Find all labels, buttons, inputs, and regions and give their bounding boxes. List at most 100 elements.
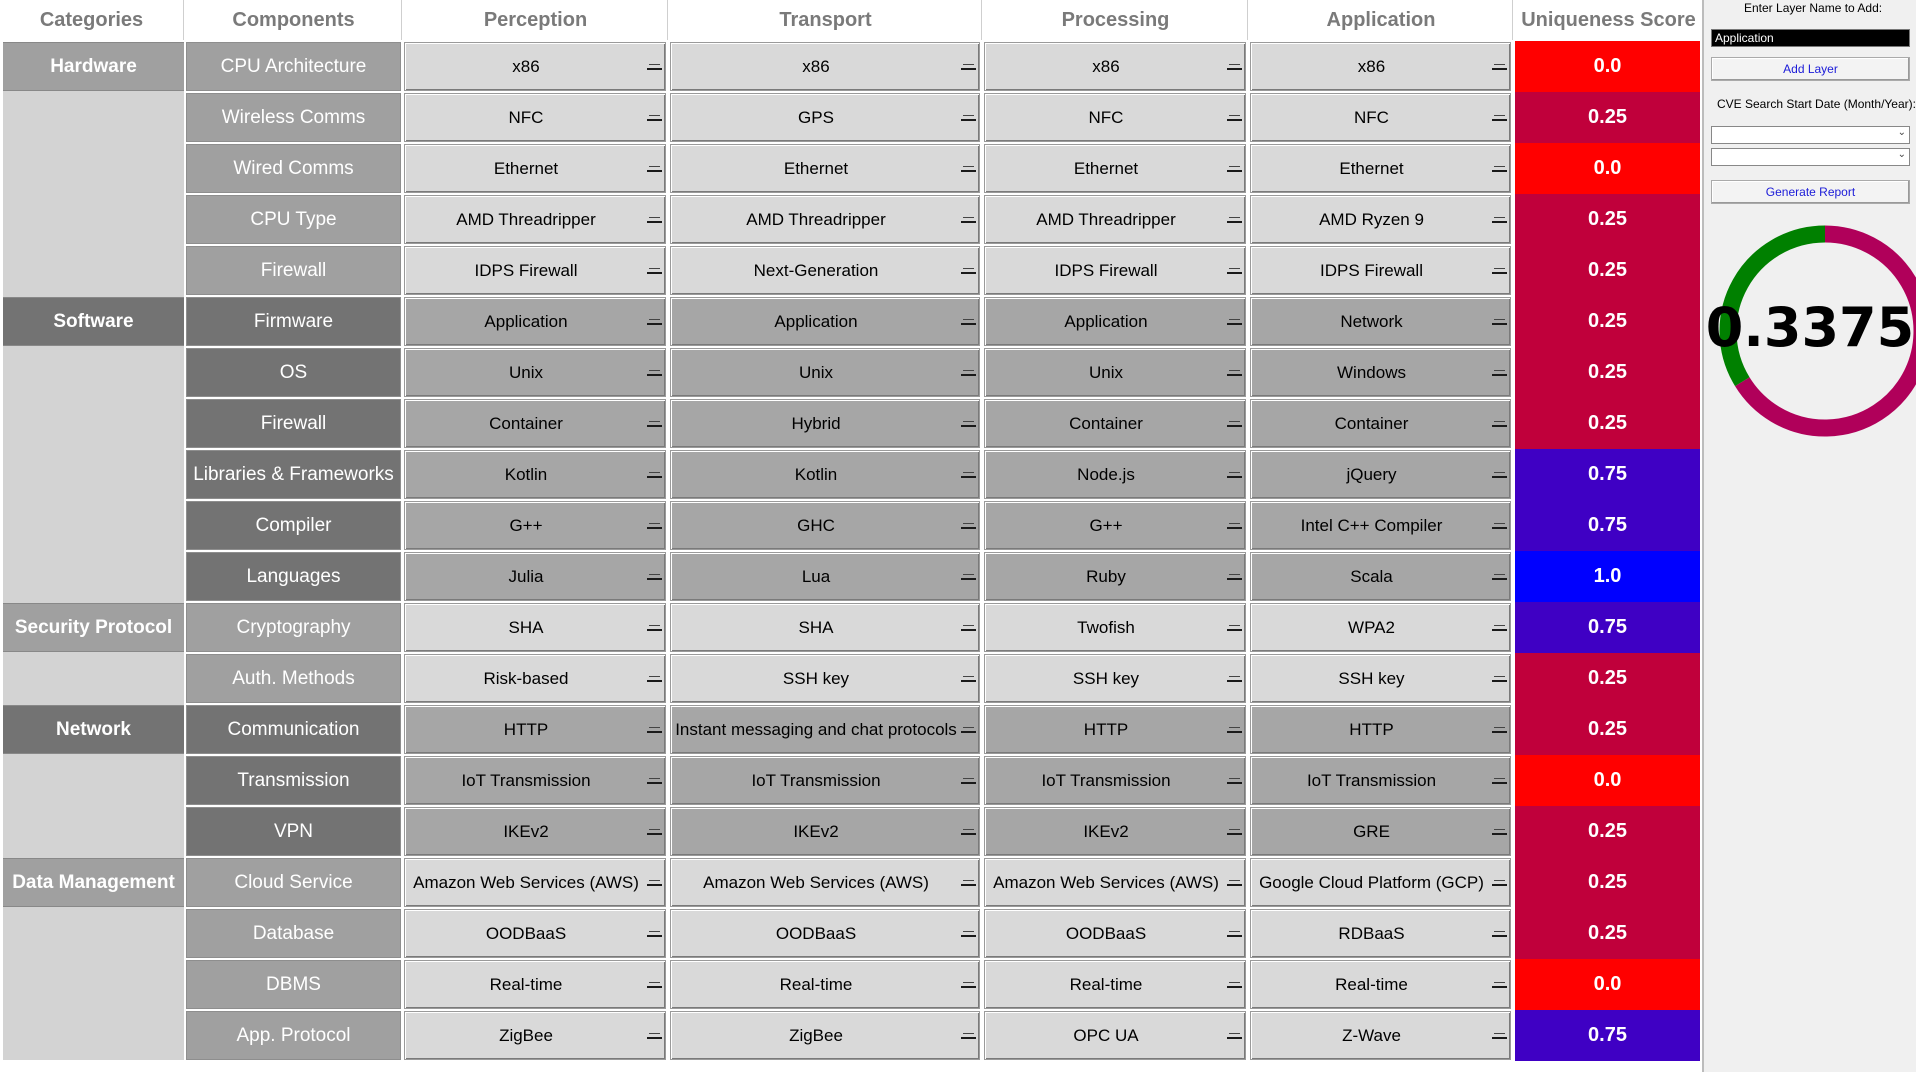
layer-dropdown[interactable]: x86 — [1250, 42, 1511, 91]
layer-dropdown[interactable]: x86 — [670, 42, 980, 91]
layer-dropdown[interactable]: Real-time — [984, 960, 1246, 1009]
layer-dropdown[interactable]: Real-time — [1250, 960, 1511, 1009]
layer-dropdown[interactable]: ZigBee — [670, 1011, 980, 1060]
layer-dropdown[interactable]: GRE — [1250, 807, 1511, 856]
layer-dropdown[interactable]: NFC — [404, 93, 666, 142]
layer-dropdown[interactable]: SSH key — [1250, 654, 1511, 703]
layer-dropdown[interactable]: Amazon Web Services (AWS) — [670, 858, 980, 907]
layer-dropdown[interactable]: SSH key — [670, 654, 980, 703]
layer-dropdown[interactable]: AMD Threadripper — [404, 195, 666, 244]
layer-dropdown[interactable]: NFC — [1250, 93, 1511, 142]
layer-dropdown[interactable]: WPA2 — [1250, 603, 1511, 652]
layer-dropdown[interactable]: Container — [1250, 399, 1511, 448]
layer-dropdown[interactable]: G++ — [404, 501, 666, 550]
layer-dropdown[interactable]: OODBaaS — [670, 909, 980, 958]
layer-dropdown[interactable]: AMD Ryzen 9 — [1250, 195, 1511, 244]
layer-dropdown[interactable]: Z-Wave — [1250, 1011, 1511, 1060]
layer-dropdown[interactable]: Container — [984, 399, 1246, 448]
layer-dropdown[interactable]: Julia — [404, 552, 666, 601]
layer-dropdown[interactable]: x86 — [404, 42, 666, 91]
generate-report-button[interactable]: Generate Report — [1711, 180, 1910, 204]
dropdown-value: Amazon Web Services (AWS) — [703, 872, 929, 892]
layer-dropdown[interactable]: Amazon Web Services (AWS) — [984, 858, 1246, 907]
layer-dropdown[interactable]: Network — [1250, 297, 1511, 346]
layer-dropdown[interactable]: jQuery — [1250, 450, 1511, 499]
layer-dropdown[interactable]: G++ — [984, 501, 1246, 550]
layer-dropdown[interactable]: Instant messaging and chat protocols — [670, 705, 980, 754]
layer-dropdown[interactable]: IKEv2 — [670, 807, 980, 856]
dropdown-value: IKEv2 — [793, 821, 839, 841]
dropdown-arrow-icon — [1488, 981, 1510, 988]
layer-dropdown[interactable]: GPS — [670, 93, 980, 142]
layer-dropdown[interactable]: Node.js — [984, 450, 1246, 499]
layer-dropdown[interactable]: Google Cloud Platform (GCP) — [1250, 858, 1511, 907]
dropdown-value: NFC — [508, 107, 544, 127]
layer-dropdown[interactable]: Risk-based — [404, 654, 666, 703]
component-label: Firmware — [186, 297, 401, 346]
dropdown-value: Intel C++ Compiler — [1300, 515, 1443, 535]
layer-dropdown[interactable]: OPC UA — [984, 1011, 1246, 1060]
layer-dropdown[interactable]: SSH key — [984, 654, 1246, 703]
year-dropdown[interactable]: ⌄ — [1711, 148, 1910, 166]
layer-dropdown[interactable]: Container — [404, 399, 666, 448]
layer-dropdown[interactable]: Ethernet — [984, 144, 1246, 193]
layer-dropdown[interactable]: Unix — [984, 348, 1246, 397]
layer-dropdown[interactable]: SHA — [670, 603, 980, 652]
layer-dropdown[interactable]: Real-time — [404, 960, 666, 1009]
layer-dropdown[interactable]: Ethernet — [1250, 144, 1511, 193]
layer-name-input[interactable] — [1711, 29, 1910, 47]
layer-dropdown[interactable]: x86 — [984, 42, 1246, 91]
layer-dropdown[interactable]: IKEv2 — [984, 807, 1246, 856]
dropdown-value: Application — [484, 311, 568, 331]
layer-dropdown[interactable]: Application — [670, 297, 980, 346]
column-header: Components — [186, 0, 402, 40]
add-layer-button[interactable]: Add Layer — [1711, 57, 1910, 81]
layer-dropdown[interactable]: Ethernet — [670, 144, 980, 193]
layer-dropdown[interactable]: ZigBee — [404, 1011, 666, 1060]
dropdown-value: OPC UA — [1073, 1025, 1139, 1045]
layer-dropdown[interactable]: Twofish — [984, 603, 1246, 652]
layer-dropdown[interactable]: IDPS Firewall — [404, 246, 666, 295]
layer-dropdown[interactable]: GHC — [670, 501, 980, 550]
layer-dropdown[interactable]: OODBaaS — [404, 909, 666, 958]
layer-dropdown[interactable]: Intel C++ Compiler — [1250, 501, 1511, 550]
uniqueness-score: 0.25 — [1515, 398, 1700, 450]
layer-dropdown[interactable]: Application — [984, 297, 1246, 346]
layer-dropdown[interactable]: Application — [404, 297, 666, 346]
layer-dropdown[interactable]: IoT Transmission — [670, 756, 980, 805]
layer-dropdown[interactable]: Unix — [404, 348, 666, 397]
layer-dropdown[interactable]: Scala — [1250, 552, 1511, 601]
layer-dropdown[interactable]: IDPS Firewall — [1250, 246, 1511, 295]
dropdown-arrow-icon — [643, 165, 665, 172]
layer-dropdown[interactable]: HTTP — [1250, 705, 1511, 754]
layer-dropdown[interactable]: Kotlin — [670, 450, 980, 499]
layer-dropdown[interactable]: Ethernet — [404, 144, 666, 193]
layer-dropdown[interactable]: IoT Transmission — [1250, 756, 1511, 805]
layer-dropdown[interactable]: Lua — [670, 552, 980, 601]
layer-dropdown[interactable]: Unix — [670, 348, 980, 397]
layer-dropdown[interactable]: Next-Generation — [670, 246, 980, 295]
layer-dropdown[interactable]: Ruby — [984, 552, 1246, 601]
dropdown-arrow-icon — [1488, 267, 1510, 274]
layer-dropdown[interactable]: HTTP — [404, 705, 666, 754]
layer-dropdown[interactable]: Amazon Web Services (AWS) — [404, 858, 666, 907]
layer-dropdown[interactable]: Hybrid — [670, 399, 980, 448]
layer-dropdown[interactable]: AMD Threadripper — [984, 195, 1246, 244]
layer-dropdown[interactable]: IoT Transmission — [404, 756, 666, 805]
layer-dropdown[interactable]: IDPS Firewall — [984, 246, 1246, 295]
dropdown-arrow-icon — [1488, 63, 1510, 70]
layer-dropdown[interactable]: Real-time — [670, 960, 980, 1009]
dropdown-arrow-icon — [1223, 624, 1245, 631]
dropdown-value: GRE — [1353, 821, 1390, 841]
layer-dropdown[interactable]: IoT Transmission — [984, 756, 1246, 805]
layer-dropdown[interactable]: SHA — [404, 603, 666, 652]
layer-dropdown[interactable]: IKEv2 — [404, 807, 666, 856]
layer-dropdown[interactable]: RDBaaS — [1250, 909, 1511, 958]
layer-dropdown[interactable]: Kotlin — [404, 450, 666, 499]
month-dropdown[interactable]: ⌄ — [1711, 126, 1910, 144]
layer-dropdown[interactable]: AMD Threadripper — [670, 195, 980, 244]
layer-dropdown[interactable]: Windows — [1250, 348, 1511, 397]
layer-dropdown[interactable]: OODBaaS — [984, 909, 1246, 958]
layer-dropdown[interactable]: HTTP — [984, 705, 1246, 754]
layer-dropdown[interactable]: NFC — [984, 93, 1246, 142]
